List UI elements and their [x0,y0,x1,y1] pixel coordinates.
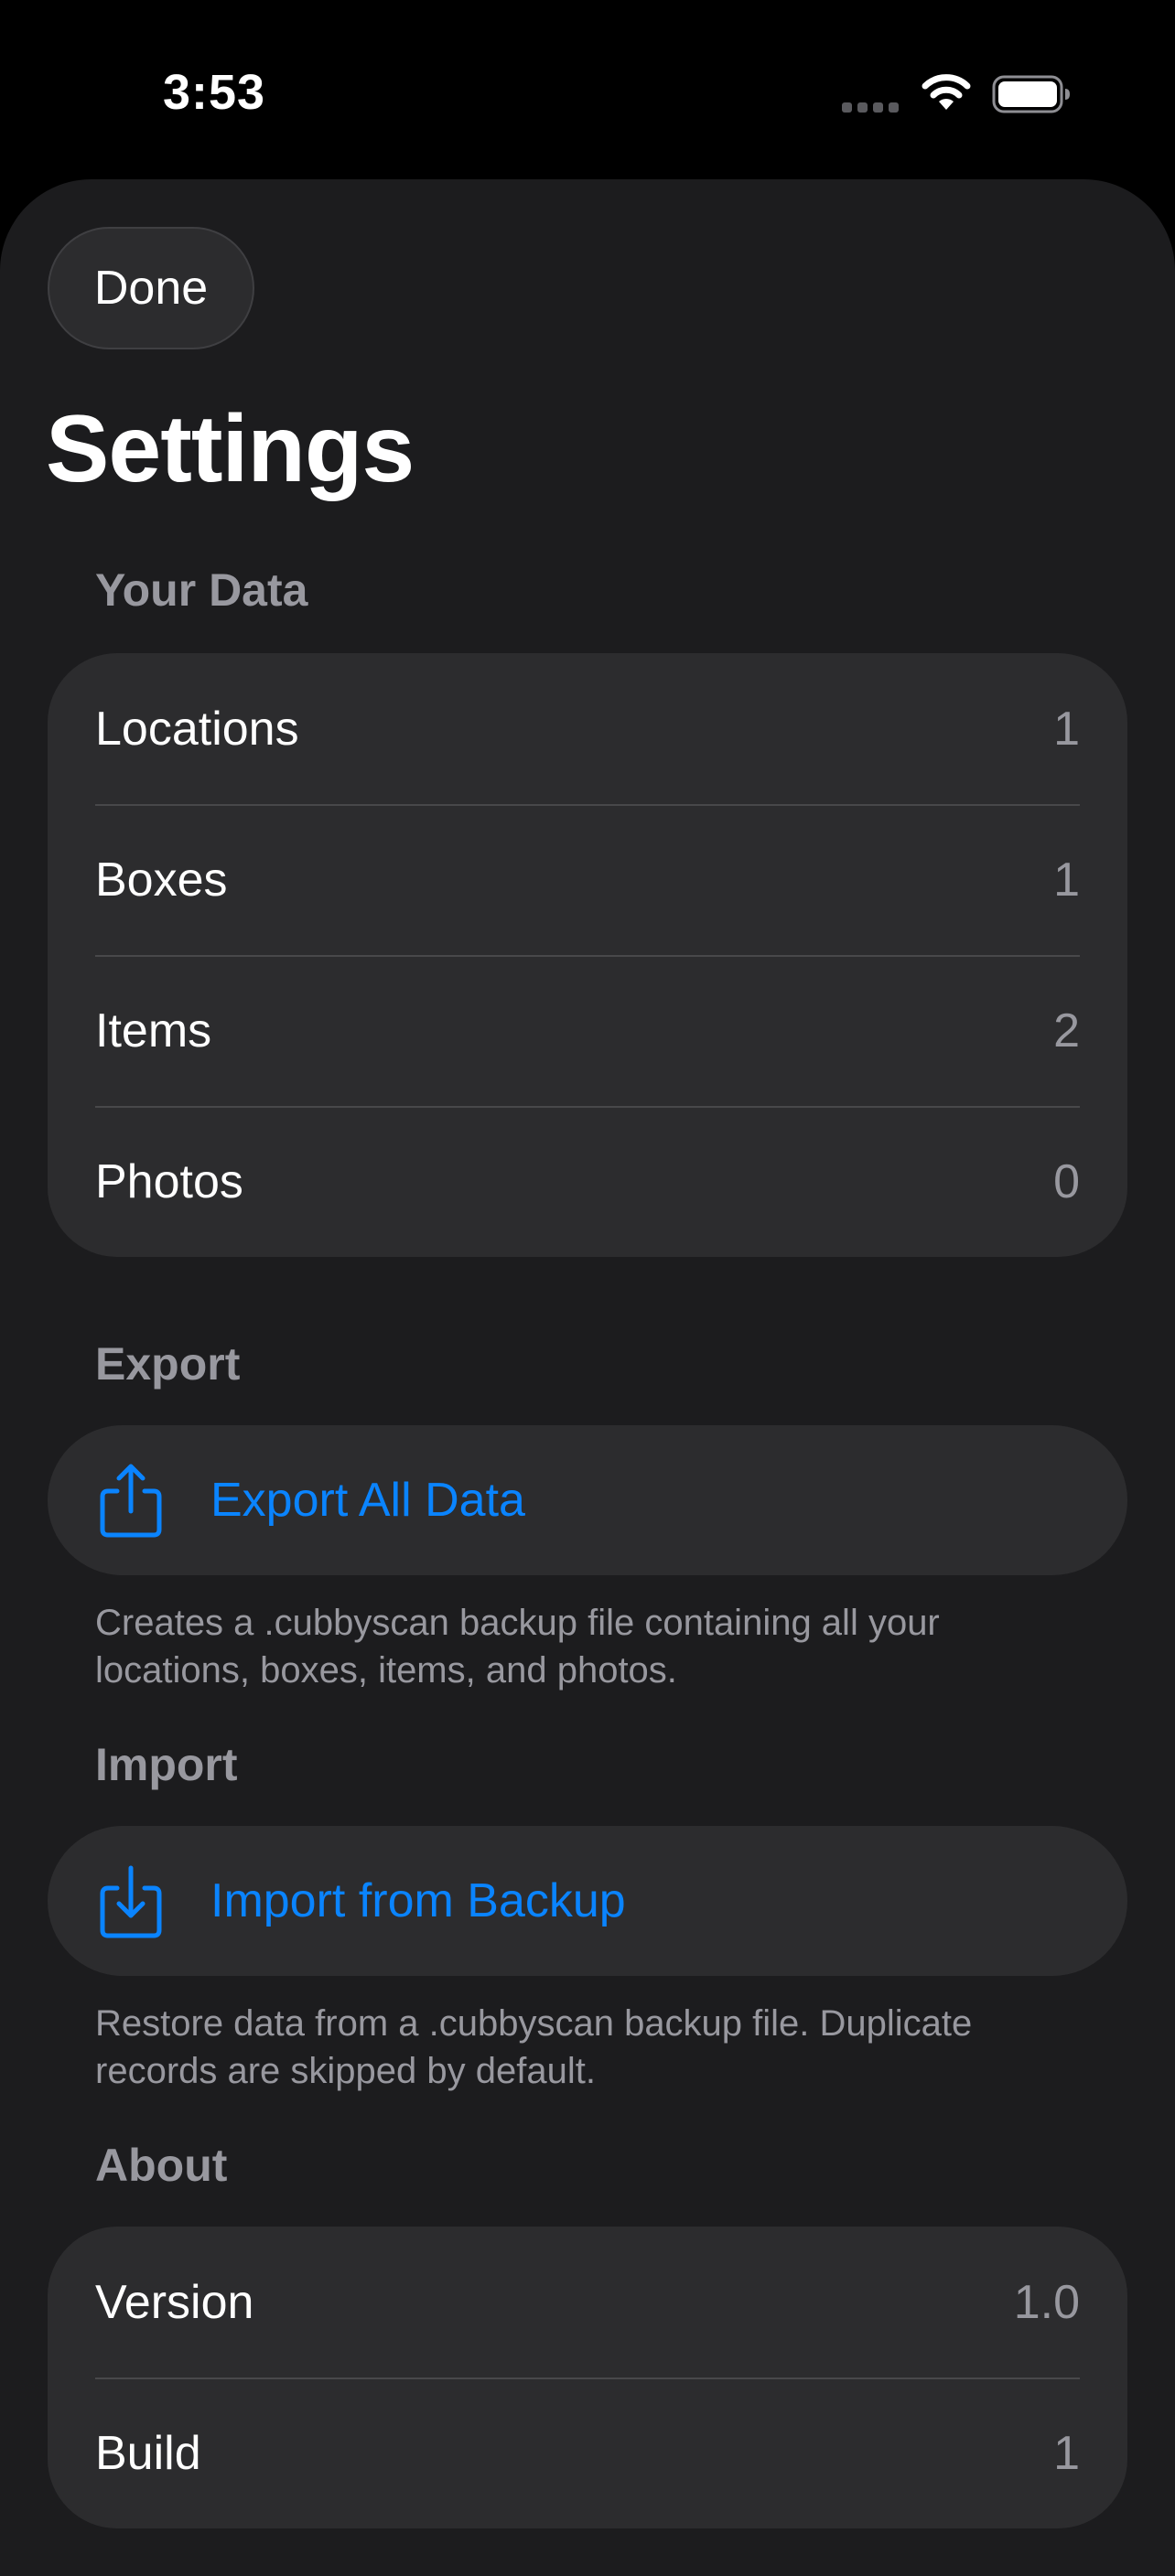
section-header-export: Export [95,1338,241,1390]
row-value: 1 [1053,853,1080,907]
cellular-dots-icon [842,102,899,113]
share-upload-icon [100,1464,162,1538]
battery-icon [992,75,1070,113]
your-data-group: Locations 1 Boxes 1 Items 2 Photos 0 [48,653,1127,1257]
row-value: 1 [1053,702,1080,756]
row-label: Version [95,2275,254,2329]
row-value: 1.0 [1013,2275,1080,2329]
settings-sheet: Done Settings Your Data Locations 1 Boxe… [0,179,1175,2576]
row-label: Build [95,2426,201,2480]
row-value: 2 [1053,1004,1080,1057]
export-all-data-button[interactable]: Export All Data [48,1425,1127,1575]
download-tray-icon [100,1865,162,1938]
row-label: Locations [95,702,299,756]
data-row-photos: Photos 0 [48,1106,1127,1257]
about-row-version: Version 1.0 [48,2227,1127,2377]
section-header-import: Import [95,1739,238,1790]
data-row-boxes: Boxes 1 [48,804,1127,955]
import-from-backup-button[interactable]: Import from Backup [48,1826,1127,1976]
import-footnote: Restore data from a .cubbyscan backup fi… [95,2003,973,2091]
row-label: Boxes [95,853,228,907]
about-row-build: Build 1 [48,2377,1127,2528]
row-value: 1 [1053,2426,1080,2480]
about-group: Version 1.0 Build 1 [48,2227,1127,2528]
row-label: Photos [95,1154,243,1208]
status-time: 3:53 [163,65,266,120]
section-header-your-data: Your Data [95,564,308,616]
section-header-about: About [95,2140,228,2191]
row-value: 0 [1053,1154,1080,1208]
data-row-items: Items 2 [48,955,1127,1106]
done-button[interactable]: Done [48,227,254,349]
wifi-icon [922,74,971,110]
row-label: Items [95,1004,212,1057]
data-row-locations: Locations 1 [48,653,1127,804]
page-title: Settings [46,396,415,502]
status-bar: 3:53 [0,0,1175,174]
export-all-data-label: Export All Data [210,1474,525,1527]
export-footnote: Creates a .cubbyscan backup file contain… [95,1603,940,1690]
import-from-backup-label: Import from Backup [210,1874,626,1927]
